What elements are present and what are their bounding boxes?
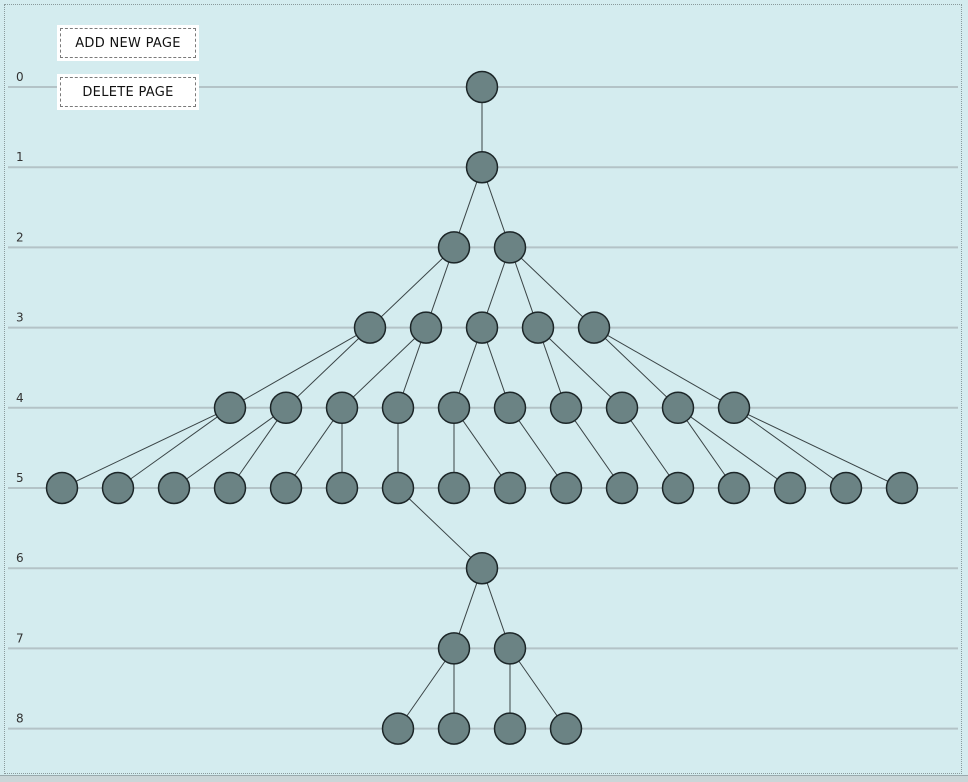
edge-d10-e16 <box>733 407 903 489</box>
page-node-a[interactable] <box>465 150 499 184</box>
page-node-c2[interactable] <box>409 311 443 344</box>
page-node-d5[interactable] <box>437 391 471 425</box>
page-node-e3[interactable] <box>157 471 191 505</box>
page-node-e11[interactable] <box>605 471 639 505</box>
page-node-e7[interactable] <box>381 471 415 505</box>
page-node-f1[interactable] <box>465 551 499 585</box>
page-node-h4[interactable] <box>549 712 583 745</box>
page-node-e16[interactable] <box>885 471 919 505</box>
level-labels: 0 1 2 3 4 5 6 7 8 <box>16 70 24 726</box>
level-label-5: 5 <box>16 471 24 485</box>
page-node-h1[interactable] <box>381 712 415 745</box>
edge-c5-d9 <box>593 327 679 409</box>
page-node-e1[interactable] <box>45 471 79 505</box>
level-label-4: 4 <box>16 391 24 405</box>
page-node-d2[interactable] <box>269 391 303 425</box>
page-node-c3[interactable] <box>465 311 499 344</box>
edge-c4-d8 <box>537 327 623 409</box>
level-label-7: 7 <box>16 631 24 645</box>
page-node-e6[interactable] <box>325 471 359 505</box>
edge-c1-d2 <box>285 327 371 409</box>
add-new-page-label: ADD NEW PAGE <box>60 28 196 58</box>
page-node-e13[interactable] <box>717 471 751 505</box>
page-node-g2[interactable] <box>493 632 527 665</box>
page-node-d6[interactable] <box>493 391 527 425</box>
edge-b1-c1 <box>369 247 455 328</box>
page-node-b2[interactable] <box>493 231 527 264</box>
page-node-d8[interactable] <box>605 391 639 425</box>
page-node-d7[interactable] <box>549 391 583 425</box>
page-node-d3[interactable] <box>325 391 359 425</box>
level-label-3: 3 <box>16 311 24 325</box>
page-node-c1[interactable] <box>353 311 387 344</box>
page-node-d9[interactable] <box>661 391 695 425</box>
level-label-8: 8 <box>16 712 24 726</box>
level-label-1: 1 <box>16 150 24 164</box>
page-node-h2[interactable] <box>437 712 471 745</box>
page-node-e5[interactable] <box>269 471 303 505</box>
bottom-scroll-strip <box>0 775 968 782</box>
page-node-g1[interactable] <box>437 632 471 665</box>
page-node-d4[interactable] <box>381 391 415 425</box>
edge-c2-d3 <box>341 327 427 409</box>
edge-b2-c5 <box>509 247 595 328</box>
level-label-2: 2 <box>16 230 24 244</box>
page-node-b1[interactable] <box>437 231 471 264</box>
page-node-d10[interactable] <box>717 391 751 425</box>
sitemap-tree-diagram: 0 1 2 3 4 5 6 7 8 <box>8 70 958 745</box>
delete-page-button[interactable]: DELETE PAGE <box>57 74 199 110</box>
page-node-d1[interactable] <box>213 391 247 425</box>
edge-e7-f1 <box>397 487 483 569</box>
page-node-e10[interactable] <box>549 471 583 505</box>
page-node-e2[interactable] <box>101 471 135 505</box>
add-new-page-button[interactable]: ADD NEW PAGE <box>57 25 199 61</box>
page-node-e9[interactable] <box>493 471 527 505</box>
page-node-e15[interactable] <box>829 471 863 505</box>
edge-d1-e1 <box>61 407 231 489</box>
page-node-h3[interactable] <box>493 712 527 745</box>
delete-page-label: DELETE PAGE <box>60 77 196 107</box>
page-node-c4[interactable] <box>521 311 555 344</box>
page-node-e14[interactable] <box>773 471 807 505</box>
level-label-0: 0 <box>16 70 24 84</box>
page-node-e12[interactable] <box>661 471 695 505</box>
level-label-6: 6 <box>16 551 24 565</box>
page-node-e8[interactable] <box>437 471 471 505</box>
page-node-c5[interactable] <box>577 311 611 344</box>
page-node-e4[interactable] <box>213 471 247 505</box>
page-node-r[interactable] <box>465 70 499 104</box>
